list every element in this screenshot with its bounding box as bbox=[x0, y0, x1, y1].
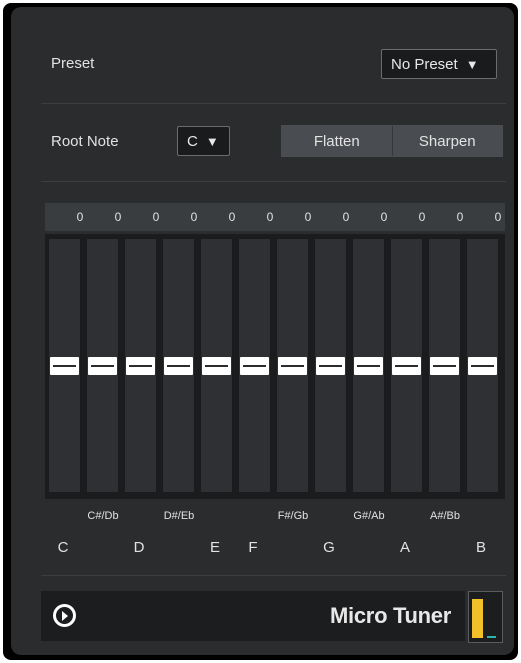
slider-thumb[interactable] bbox=[430, 357, 459, 375]
offset-values-strip: 0 0 0 0 0 0 0 0 0 0 0 0 bbox=[45, 203, 505, 231]
slider-g[interactable] bbox=[314, 238, 347, 493]
chevron-down-icon: ▼ bbox=[465, 56, 479, 72]
chevron-down-icon: ▼ bbox=[205, 133, 219, 149]
meter-bar-main bbox=[472, 599, 483, 638]
slider-dsharp[interactable] bbox=[162, 238, 195, 493]
note-label-fsharp: F#/Gb bbox=[277, 510, 309, 522]
preset-dropdown[interactable]: No Preset ▼ bbox=[381, 49, 497, 79]
plugin-panel: Preset No Preset ▼ Root Note C ▼ Flatten… bbox=[11, 7, 514, 655]
preset-value: No Preset bbox=[391, 55, 458, 73]
slider-a[interactable] bbox=[390, 238, 423, 493]
slider-thumb[interactable] bbox=[240, 357, 269, 375]
slider-e[interactable] bbox=[200, 238, 233, 493]
slider-thumb[interactable] bbox=[202, 357, 231, 375]
slider-f[interactable] bbox=[238, 238, 271, 493]
note-label-d: D bbox=[133, 539, 145, 556]
plugin-name: Micro Tuner bbox=[330, 603, 451, 628]
note-label-e: E bbox=[209, 539, 220, 556]
preset-label: Preset bbox=[51, 55, 95, 72]
slider-d[interactable] bbox=[124, 238, 157, 493]
note-label-b: B bbox=[475, 539, 486, 556]
offset-value-b: 0 bbox=[494, 210, 502, 224]
power-icon[interactable] bbox=[53, 604, 76, 627]
note-label-g: G bbox=[323, 539, 335, 556]
slider-thumb[interactable] bbox=[50, 357, 79, 375]
note-label-gsharp: G#/Ab bbox=[353, 510, 385, 522]
slider-thumb[interactable] bbox=[164, 357, 193, 375]
offset-value-e: 0 bbox=[228, 210, 236, 224]
divider bbox=[41, 181, 506, 182]
plugin-window: Preset No Preset ▼ Root Note C ▼ Flatten… bbox=[3, 3, 518, 660]
slider-thumb[interactable] bbox=[392, 357, 421, 375]
note-label-dsharp: D#/Eb bbox=[163, 510, 195, 522]
note-label-c: C bbox=[57, 539, 69, 556]
offset-value-g: 0 bbox=[342, 210, 350, 224]
offset-value-fsharp: 0 bbox=[304, 210, 312, 224]
slider-thumb[interactable] bbox=[316, 357, 345, 375]
offset-value-dsharp: 0 bbox=[190, 210, 198, 224]
slider-gsharp[interactable] bbox=[352, 238, 385, 493]
slider-thumb[interactable] bbox=[88, 357, 117, 375]
offset-value-asharp: 0 bbox=[456, 210, 464, 224]
slider-c[interactable] bbox=[48, 238, 81, 493]
slider-thumb[interactable] bbox=[354, 357, 383, 375]
note-label-f: F bbox=[248, 539, 258, 556]
note-label-asharp: A#/Bb bbox=[430, 510, 460, 522]
meter-bar-side bbox=[487, 636, 496, 638]
output-meter bbox=[468, 591, 503, 643]
offset-value-d: 0 bbox=[152, 210, 160, 224]
root-note-value: C bbox=[187, 132, 198, 150]
divider bbox=[41, 103, 506, 104]
divider bbox=[41, 575, 506, 576]
slider-csharp[interactable] bbox=[86, 238, 119, 493]
offset-value-a: 0 bbox=[418, 210, 426, 224]
slider-thumb[interactable] bbox=[278, 357, 307, 375]
sharpen-button[interactable]: Sharpen bbox=[391, 126, 502, 156]
note-label-csharp: C#/Db bbox=[87, 510, 119, 522]
flatten-sharpen-group: Flatten Sharpen bbox=[281, 125, 503, 157]
slider-asharp[interactable] bbox=[428, 238, 461, 493]
note-label-a: A bbox=[399, 539, 410, 556]
offset-value-gsharp: 0 bbox=[380, 210, 388, 224]
flatten-button[interactable]: Flatten bbox=[282, 126, 392, 156]
note-sliders bbox=[45, 234, 505, 499]
offset-value-csharp: 0 bbox=[114, 210, 122, 224]
slider-thumb[interactable] bbox=[468, 357, 497, 375]
offset-value-c: 0 bbox=[76, 210, 84, 224]
slider-b[interactable] bbox=[466, 238, 499, 493]
root-note-label: Root Note bbox=[51, 133, 119, 150]
offset-value-f: 0 bbox=[266, 210, 274, 224]
root-note-dropdown[interactable]: C ▼ bbox=[177, 126, 230, 156]
slider-thumb[interactable] bbox=[126, 357, 155, 375]
slider-fsharp[interactable] bbox=[276, 238, 309, 493]
plugin-footer: Micro Tuner bbox=[41, 591, 465, 641]
